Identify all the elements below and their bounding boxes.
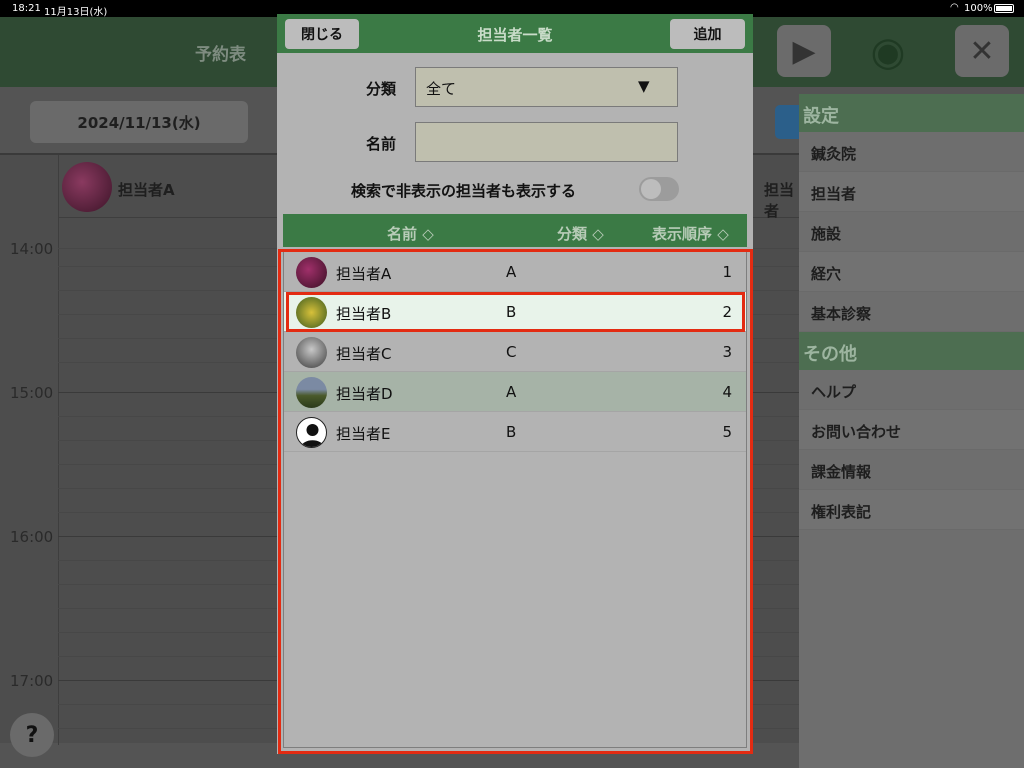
- staff-column-a: 担当者A: [118, 181, 175, 199]
- avatar: [296, 377, 327, 408]
- other-header: その他: [799, 332, 1024, 370]
- person-search-icon: ◉: [870, 29, 906, 75]
- menu-item-acupoint[interactable]: 経穴: [799, 252, 1024, 292]
- menu-item-billing[interactable]: 課金情報: [799, 450, 1024, 490]
- category-label: 分類: [366, 80, 397, 98]
- menu-item-help[interactable]: ヘルプ: [799, 370, 1024, 410]
- staff-name: 担当者C: [336, 345, 392, 363]
- list-header: 名前 ◇ 分類 ◇ 表示順序 ◇: [283, 214, 747, 247]
- staff-name: 担当者B: [336, 305, 392, 323]
- staff-category: C: [506, 343, 517, 361]
- time-label: 15:00: [10, 384, 54, 402]
- staff-order: 5: [722, 423, 732, 441]
- battery-icon: [994, 4, 1014, 13]
- app-title: 予約表: [195, 45, 246, 65]
- name-label: 名前: [366, 135, 397, 153]
- play-pause-icon: ▶︎: [792, 33, 816, 69]
- staff-order: 4: [722, 383, 732, 401]
- staff-list: 担当者A A 1 担当者B B 2 担当者C C 3 担当者D A 4 担当者E…: [283, 251, 747, 748]
- staff-column-b: 担当者: [764, 181, 795, 220]
- staff-category: A: [506, 263, 517, 281]
- show-hidden-label: 検索で非表示の担当者も表示する: [351, 182, 577, 200]
- staff-a-avatar: [62, 162, 112, 212]
- column-name-header[interactable]: 名前 ◇: [387, 223, 434, 244]
- avatar: [296, 337, 327, 368]
- column-order-header[interactable]: 表示順序 ◇: [652, 223, 729, 244]
- settings-header: 設定: [799, 94, 1024, 132]
- play-pause-button[interactable]: ▶︎: [777, 25, 831, 77]
- person-icon: [296, 417, 327, 448]
- staff-name: 担当者A: [336, 265, 392, 283]
- wifi-icon: ◠: [950, 2, 959, 13]
- table-row[interactable]: 担当者A A 1: [284, 252, 746, 292]
- category-value: 全て: [426, 80, 457, 98]
- battery-percent: 100%: [964, 3, 993, 14]
- close-icon: ✕: [969, 33, 995, 69]
- show-hidden-toggle[interactable]: [639, 177, 679, 201]
- staff-name: 担当者E: [336, 425, 391, 443]
- staff-search-button[interactable]: ◉: [858, 25, 918, 79]
- status-date: 11月13日(水): [44, 7, 108, 18]
- menu-item-clinic[interactable]: 鍼灸院: [799, 132, 1024, 172]
- table-row[interactable]: 担当者C C 3: [284, 332, 746, 372]
- table-row[interactable]: 担当者D A 4: [284, 372, 746, 412]
- menu-item-facility[interactable]: 施設: [799, 212, 1024, 252]
- staff-order: 3: [722, 343, 732, 361]
- menu-item-contact[interactable]: お問い合わせ: [799, 410, 1024, 450]
- time-label: 14:00: [10, 240, 54, 258]
- staff-order: 2: [722, 303, 732, 321]
- menu-item-rights[interactable]: 権利表記: [799, 490, 1024, 530]
- staff-order: 1: [722, 263, 732, 281]
- status-time: 18:21: [12, 3, 41, 14]
- close-app-button[interactable]: ✕: [955, 25, 1009, 77]
- staff-category: A: [506, 383, 517, 401]
- close-button[interactable]: 閉じる: [285, 19, 359, 49]
- add-button[interactable]: 追加: [670, 19, 745, 49]
- category-select[interactable]: 全て ▼: [415, 67, 678, 107]
- staff-category: B: [506, 423, 517, 441]
- table-row[interactable]: 担当者E B 5: [284, 412, 746, 452]
- table-row[interactable]: 担当者B B 2: [284, 292, 746, 332]
- time-label: 16:00: [10, 528, 54, 546]
- date-button[interactable]: 2024/11/13(水): [30, 101, 248, 143]
- help-button[interactable]: ?: [10, 713, 54, 757]
- avatar: [296, 257, 327, 288]
- menu-item-staff[interactable]: 担当者: [799, 172, 1024, 212]
- time-label: 17:00: [10, 672, 54, 690]
- side-menu: 設定 鍼灸院 担当者 施設 経穴 基本診察 その他 ヘルプ お問い合わせ 課金情…: [799, 94, 1024, 768]
- name-input[interactable]: [415, 122, 678, 162]
- staff-name: 担当者D: [336, 385, 393, 403]
- staff-category: B: [506, 303, 517, 321]
- menu-item-basic-exam[interactable]: 基本診察: [799, 292, 1024, 332]
- dropdown-arrow-icon: ▼: [638, 77, 650, 95]
- column-category-header[interactable]: 分類 ◇: [557, 223, 604, 244]
- avatar: [296, 297, 327, 328]
- staff-list-modal: 担当者一覧 閉じる 追加 分類 全て ▼ 名前 検索で非表示の担当者も表示する …: [277, 14, 753, 754]
